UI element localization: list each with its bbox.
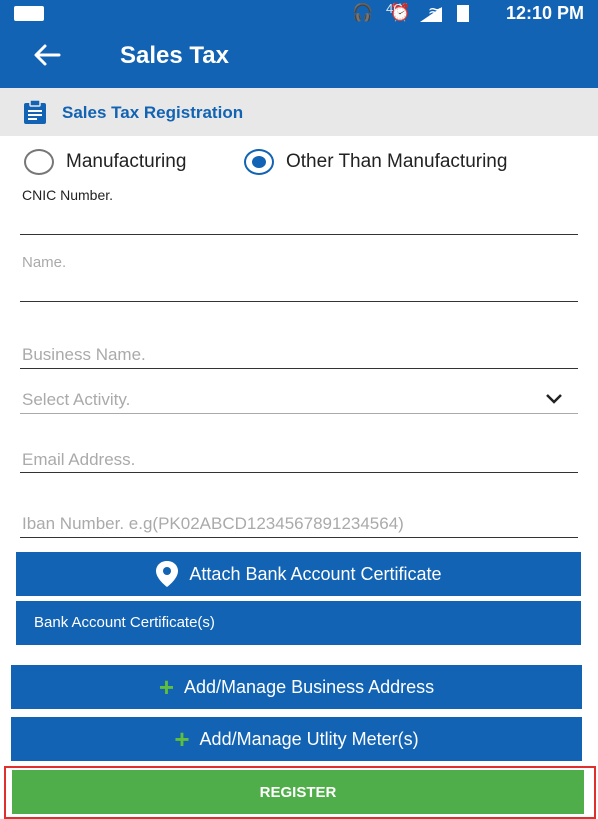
section-header: Sales Tax Registration <box>0 88 598 136</box>
activity-placeholder: Select Activity. <box>22 390 131 409</box>
plus-icon: + <box>174 724 190 754</box>
radio-manufacturing[interactable]: Manufacturing <box>24 148 186 176</box>
headphones-icon: 🎧 <box>351 3 380 22</box>
network-type: 4G <box>386 1 404 16</box>
page-title: Sales Tax <box>120 42 229 69</box>
chevron-down-icon[interactable] <box>544 389 564 410</box>
attach-bank-certificate-label: Attach Bank Account Certificate <box>189 563 442 584</box>
iban-placeholder: Iban Number. e.g(PK02ABCD123456789123456… <box>22 514 404 533</box>
activity-select[interactable]: Select Activity. <box>20 387 578 414</box>
status-bar: 🎧 ⏰ ≋ 4G 12:10 PM <box>0 0 598 26</box>
bank-certificates-label: Bank Account Certificate(s) <box>34 614 215 631</box>
manage-business-address-button[interactable]: + Add/Manage Business Address <box>11 665 582 709</box>
plus-icon: + <box>158 672 175 702</box>
battery-icon <box>457 5 469 22</box>
clock: 12:10 PM <box>505 3 584 23</box>
notification-icon <box>14 6 44 21</box>
manage-business-address-label: Add/Manage Business Address <box>184 676 435 697</box>
bank-certificates-list[interactable]: Bank Account Certificate(s) <box>16 601 581 645</box>
manage-utility-meter-button[interactable]: + Add/Manage Utlity Meter(s) <box>11 717 582 761</box>
radio-label: Manufacturing <box>66 151 187 172</box>
email-field[interactable]: Email Address. <box>20 447 578 473</box>
radio-circle[interactable] <box>24 149 54 175</box>
clipboard-icon <box>24 99 46 124</box>
radio-other-than-manufacturing[interactable]: Other Than Manufacturing <box>244 148 507 176</box>
cnic-label: CNIC Number. <box>22 187 114 203</box>
attach-bank-certificate-button[interactable]: Attach Bank Account Certificate <box>16 552 581 596</box>
name-placeholder: Name. <box>22 254 67 271</box>
name-field[interactable]: Name. <box>20 250 578 302</box>
register-button[interactable]: REGISTER <box>12 770 584 814</box>
email-placeholder: Email Address. <box>22 450 136 469</box>
business-name-field[interactable]: Business Name. <box>20 342 578 369</box>
business-name-placeholder: Business Name. <box>22 345 146 364</box>
back-arrow-icon[interactable] <box>32 40 62 76</box>
iban-field[interactable]: Iban Number. e.g(PK02ABCD123456789123456… <box>20 511 578 538</box>
cnic-field[interactable]: CNIC Number. <box>20 184 578 235</box>
location-pin-icon <box>156 561 179 587</box>
radio-label: Other Than Manufacturing <box>286 151 508 172</box>
manage-utility-meter-label: Add/Manage Utlity Meter(s) <box>199 728 419 749</box>
section-title: Sales Tax Registration <box>62 103 244 122</box>
signal-icon <box>420 7 442 22</box>
app-bar: Sales Tax <box>0 26 598 88</box>
radio-circle-selected[interactable] <box>244 149 274 175</box>
